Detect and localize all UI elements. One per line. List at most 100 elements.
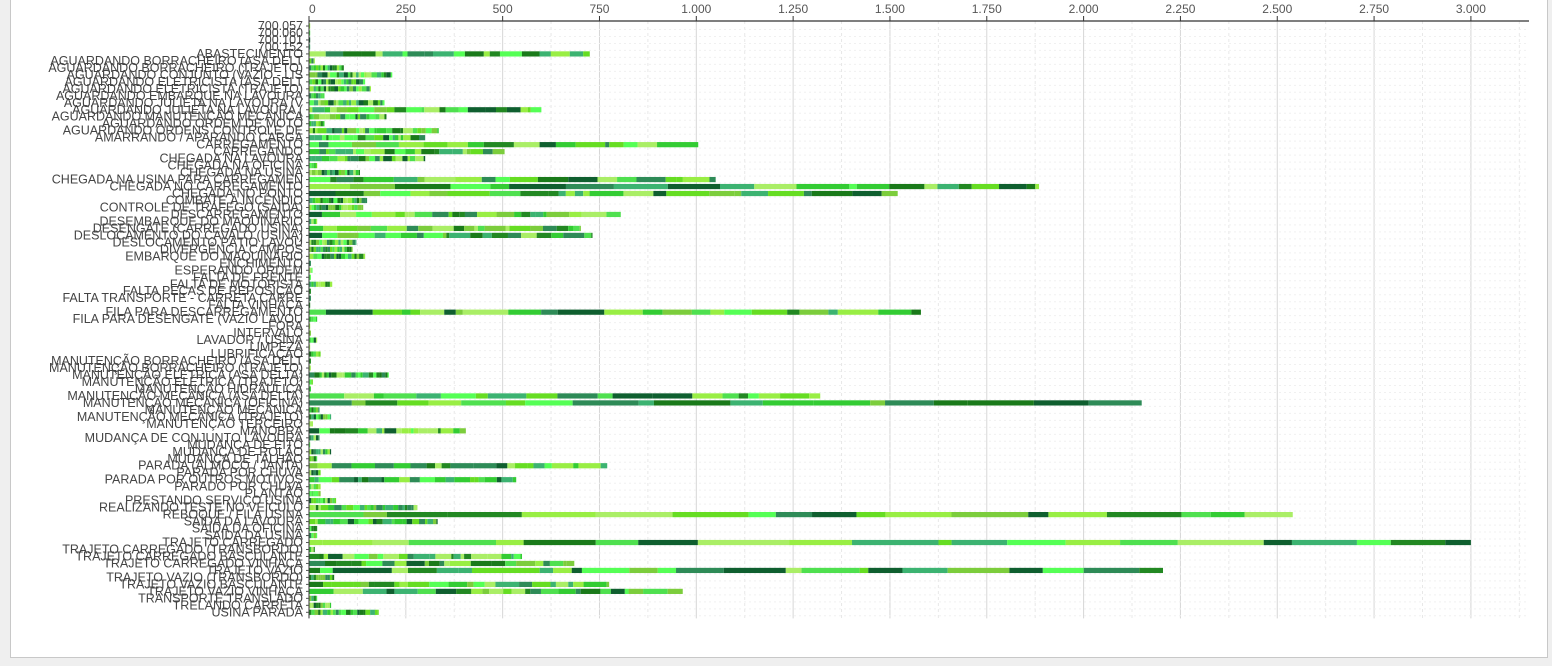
bar-segment <box>363 512 387 518</box>
bar-segment <box>951 539 1008 546</box>
bar-segment <box>501 553 512 560</box>
bar-segment <box>431 128 438 134</box>
bar-segment <box>318 281 321 287</box>
bar-segment <box>318 142 329 148</box>
bar-segment <box>520 107 528 113</box>
bar-segment <box>374 128 377 134</box>
bar-segment <box>328 197 332 204</box>
bar-segment <box>386 128 393 134</box>
bar-segment <box>345 197 348 204</box>
bar-segment <box>309 553 320 560</box>
x-tick-label: 1.750 <box>972 2 1002 16</box>
bar-segment <box>334 65 337 71</box>
bar-segment <box>448 211 453 218</box>
bar-segment <box>754 183 797 190</box>
bar-segment <box>392 128 401 134</box>
bar-segment <box>326 149 329 155</box>
bar-segment <box>384 114 387 120</box>
bar-segment <box>423 232 443 238</box>
bar-segment <box>311 337 314 343</box>
x-tick-label: 1.500 <box>875 2 905 16</box>
bar-segment <box>323 86 327 92</box>
bar-segment <box>317 518 326 525</box>
bar-segment <box>315 414 319 420</box>
bar-segment <box>318 197 321 204</box>
bar-segment <box>320 246 324 252</box>
bar-segment <box>322 135 327 141</box>
bar-segment <box>357 225 371 232</box>
bar-segment <box>313 602 316 608</box>
bar-segment <box>638 539 698 546</box>
bar-segment <box>315 169 318 176</box>
bar-segment <box>386 72 391 78</box>
bar-segment <box>485 107 497 113</box>
bar-segment <box>313 218 316 225</box>
bar-segment <box>338 253 341 259</box>
bar-segment <box>315 218 318 225</box>
bar-segment <box>329 169 333 176</box>
bar-segment <box>495 176 510 183</box>
bar-segment <box>444 309 456 315</box>
bar-segment <box>394 107 407 113</box>
bar-segment <box>1035 183 1040 190</box>
bar-segment <box>617 176 637 183</box>
bar-segment <box>394 518 403 525</box>
bar-segment <box>320 86 324 92</box>
bar-segment <box>499 51 522 57</box>
bar-segment <box>675 142 699 148</box>
bar-segment <box>359 505 365 511</box>
bar-segment <box>482 588 490 594</box>
bar-segment <box>315 156 322 162</box>
bar-segment <box>424 176 456 183</box>
bar-segment <box>403 135 411 141</box>
bar-segment <box>402 51 408 57</box>
bar-segment <box>356 128 360 134</box>
bar-segment <box>356 253 360 259</box>
bar-segment <box>418 428 428 434</box>
bar-segment <box>330 253 335 259</box>
bar-segment <box>643 588 668 594</box>
bar-segment <box>329 602 332 608</box>
bar-segment <box>1244 512 1293 518</box>
bar-segment <box>385 372 388 378</box>
bar-segment <box>323 246 326 252</box>
bar-segment <box>375 156 380 162</box>
bar-segment <box>324 253 327 259</box>
bar-segment <box>387 225 407 232</box>
bar-segment <box>318 505 321 511</box>
bar-segment <box>311 316 314 322</box>
bar-segment <box>350 183 395 190</box>
bar-segment <box>507 463 516 469</box>
bar-segment <box>768 190 804 197</box>
bar-segment <box>470 477 475 483</box>
bar-segment <box>530 588 541 594</box>
bar-segment <box>354 204 358 211</box>
bar-segment <box>315 281 319 287</box>
bar-segment <box>315 595 318 601</box>
bar-segment <box>335 609 339 615</box>
bar-segment <box>324 100 329 106</box>
bar-segment <box>447 190 490 197</box>
bar-segment <box>311 379 313 385</box>
bar-segment <box>506 107 521 113</box>
bar-segment <box>828 309 838 315</box>
bar-segment <box>459 211 465 218</box>
bar-segment <box>313 407 316 413</box>
bar-segment <box>511 588 526 594</box>
bar-segment <box>595 512 673 518</box>
bar-segment <box>515 463 528 469</box>
bar-segment <box>543 560 550 567</box>
bar-segment <box>447 142 468 148</box>
bar-segment <box>801 567 860 574</box>
bar-segment <box>380 190 411 197</box>
bar-segment <box>691 309 711 315</box>
bar-segment <box>363 609 366 615</box>
bar-segment <box>720 183 755 190</box>
bar-segment <box>382 428 385 434</box>
x-tick-label: 0 <box>309 2 316 16</box>
bar-segment <box>526 393 558 399</box>
bar-segment <box>441 463 451 469</box>
bar-segment <box>343 239 347 245</box>
bar-segment <box>313 449 316 455</box>
bar-segment <box>417 588 436 594</box>
